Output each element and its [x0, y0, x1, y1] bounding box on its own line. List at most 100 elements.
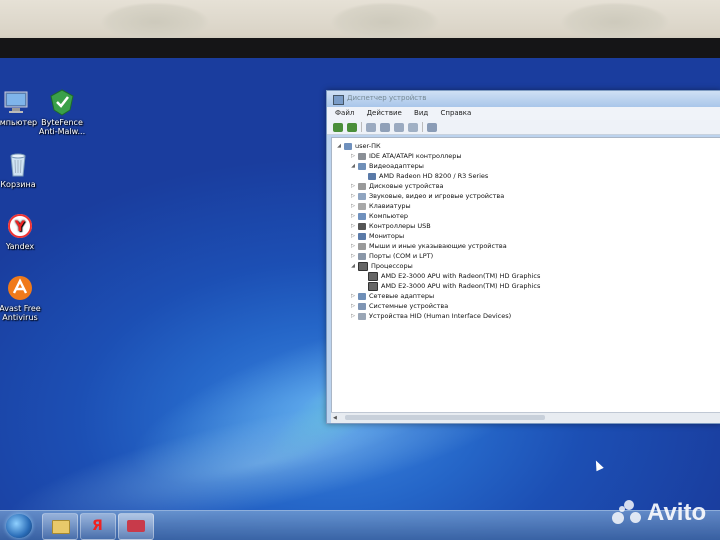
yandex-icon: Я [92, 518, 103, 534]
expand-icon[interactable]: ▷ [350, 251, 356, 261]
view-icon[interactable] [380, 122, 390, 132]
toolbar-separator [361, 122, 362, 132]
menu-view[interactable]: Вид [414, 109, 428, 117]
tree-leaf[interactable]: AMD Radeon HD 8200 / R3 Series [360, 171, 488, 181]
tree-node[interactable]: ▷ Системные устройства [350, 301, 448, 311]
tree-node-label: Устройства HID (Human Interface Devices) [369, 312, 512, 320]
scan-hardware-icon[interactable] [427, 122, 437, 132]
expand-icon[interactable]: ▷ [350, 301, 356, 311]
display-adapter-icon [358, 162, 366, 170]
tree-node[interactable]: ▷ Компьютер [350, 211, 408, 221]
tree-node[interactable]: ▷ IDE ATA/ATAPI контроллеры [350, 151, 462, 161]
computer-icon [2, 88, 30, 116]
monitor-icon [358, 232, 366, 240]
expand-icon[interactable]: ▷ [350, 181, 356, 191]
desktop-icon-yandex[interactable]: Y Yandex [0, 212, 50, 251]
help-icon[interactable] [394, 122, 404, 132]
expand-icon[interactable]: ▷ [350, 241, 356, 251]
tree-leaf[interactable]: AMD E2-3000 APU with Radeon(TM) HD Graph… [360, 271, 540, 281]
scroll-left-icon[interactable]: ◀ [333, 415, 337, 421]
back-icon[interactable] [333, 122, 343, 132]
tree-node[interactable]: ◢ Процессоры [350, 261, 413, 271]
expand-icon[interactable]: ▷ [350, 221, 356, 231]
sound-icon [358, 192, 366, 200]
expand-icon[interactable]: ▷ [350, 211, 356, 221]
tree-leaf-label: AMD Radeon HD 8200 / R3 Series [379, 172, 489, 180]
explorer-icon [52, 520, 70, 534]
menu-action[interactable]: Действие [367, 109, 402, 117]
list-icon[interactable] [408, 122, 418, 132]
tree-root-label: user-ПК [355, 142, 381, 150]
tree-node[interactable]: ◢ Видеоадаптеры [350, 161, 424, 171]
desktop-icon-recycle-bin[interactable]: Корзина [0, 150, 48, 189]
avast-icon [6, 274, 34, 302]
watermark-text: Avito [647, 499, 707, 526]
tree-leaf[interactable]: AMD E2-3000 APU with Radeon(TM) HD Graph… [360, 281, 540, 291]
processor-icon [368, 271, 378, 281]
expand-icon[interactable]: ▷ [350, 311, 356, 321]
scrollbar-thumb[interactable] [345, 415, 545, 420]
device-manager-window[interactable]: Диспетчер устройств Файл Действие Вид Сп… [326, 90, 720, 424]
avito-logo-icon [612, 500, 642, 526]
tree-node[interactable]: ▷ Мониторы [350, 231, 404, 241]
expand-icon[interactable]: ▷ [350, 231, 356, 241]
tree-node-label: Звуковые, видео и игровые устройства [369, 192, 505, 200]
tree-node[interactable]: ▷ Мыши и иные указывающие устройства [350, 241, 507, 251]
system-device-icon [358, 302, 366, 310]
toolbar-separator [422, 122, 423, 132]
expand-icon[interactable]: ▷ [350, 191, 356, 201]
expand-icon[interactable]: ▷ [350, 151, 356, 161]
desktop-icon-bytefence[interactable]: ByteFence Anti-Malw... [32, 88, 92, 136]
tree-node[interactable]: ▷ Дисковые устройства [350, 181, 444, 191]
device-tree: ◢ user-ПК ▷ IDE ATA/ATAPI контроллеры ◢ … [331, 137, 720, 413]
tree-node[interactable]: ▷ Устройства HID (Human Interface Device… [350, 311, 511, 321]
menu-help[interactable]: Справка [440, 109, 471, 117]
tree-node-label: Мыши и иные указывающие устройства [369, 242, 507, 250]
tree-node[interactable]: ▷ Порты (COM и LPT) [350, 251, 433, 261]
tree-node-label: Мониторы [369, 232, 405, 240]
toolbar [327, 120, 720, 135]
desktop-icon-avast[interactable]: Avast Free Antivirus [0, 274, 50, 322]
port-icon [358, 252, 366, 260]
taskbar-yandex-button[interactable]: Я [80, 513, 116, 540]
device-manager-icon [127, 520, 145, 532]
usb-icon [358, 222, 366, 230]
watermark: Avito [612, 498, 706, 528]
menu-file[interactable]: Файл [335, 109, 354, 117]
collapse-icon[interactable]: ◢ [336, 141, 342, 151]
expand-icon[interactable]: ▷ [350, 201, 356, 211]
tree-node-label: IDE ATA/ATAPI контроллеры [369, 152, 462, 160]
tree-node-label: Дисковые устройства [369, 182, 444, 190]
wall-ornament [560, 2, 670, 42]
forward-icon[interactable] [347, 122, 357, 132]
start-orb-icon[interactable] [6, 514, 32, 538]
svg-text:Y: Y [14, 219, 26, 235]
taskbar-device-manager-button[interactable] [118, 513, 154, 540]
window-titlebar[interactable]: Диспетчер устройств [327, 91, 720, 107]
monitor-icon [368, 172, 376, 180]
tree-node-label: Сетевые адаптеры [369, 292, 435, 300]
tree-root[interactable]: ◢ user-ПК [336, 141, 381, 151]
tree-node[interactable]: ▷ Сетевые адаптеры [350, 291, 434, 301]
taskbar-explorer-button[interactable] [42, 513, 78, 540]
desktop-icon-label: Yandex [5, 242, 35, 251]
collapse-icon[interactable]: ◢ [350, 161, 356, 171]
processor-icon [358, 261, 368, 271]
ide-controller-icon [358, 152, 366, 160]
collapse-icon[interactable]: ◢ [350, 261, 356, 271]
computer-icon [358, 212, 366, 220]
tree-node-label: Контроллеры USB [369, 222, 431, 230]
horizontal-scrollbar[interactable]: ◀ [331, 412, 720, 423]
tree-node[interactable]: ▷ Звуковые, видео и игровые устройства [350, 191, 504, 201]
expand-icon[interactable]: ▷ [350, 291, 356, 301]
desktop-icon-label: Avast Free Antivirus [0, 304, 41, 322]
tree-node[interactable]: ▷ Клавиатуры [350, 201, 411, 211]
computer-icon [344, 142, 352, 150]
menu-bar: Файл Действие Вид Справка [327, 107, 720, 120]
properties-icon[interactable] [366, 122, 376, 132]
network-adapter-icon [358, 292, 366, 300]
tree-node-label: Видеоадаптеры [369, 162, 424, 170]
app-icon [333, 95, 344, 105]
tree-leaf-label: AMD E2-3000 APU with Radeon(TM) HD Graph… [381, 272, 541, 280]
tree-node[interactable]: ▷ Контроллеры USB [350, 221, 431, 231]
